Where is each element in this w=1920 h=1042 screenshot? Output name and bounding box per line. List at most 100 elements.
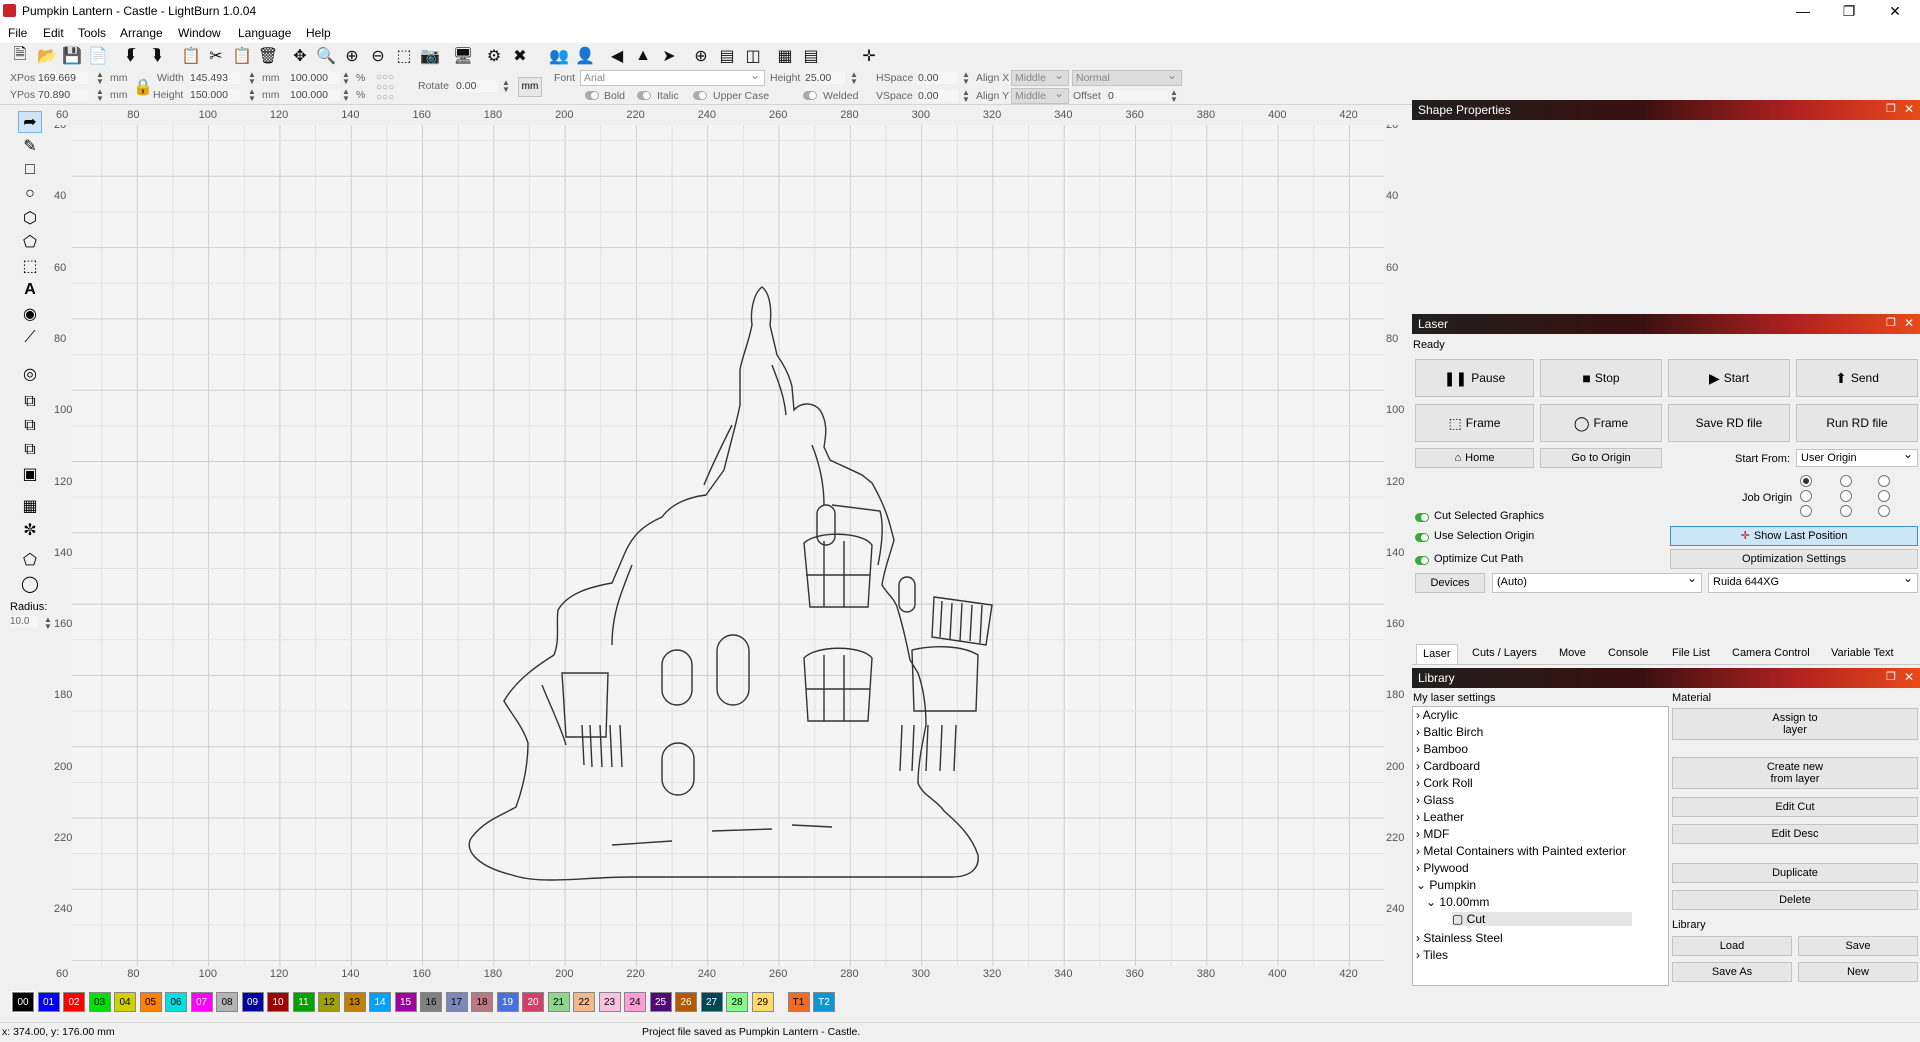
units-toggle-button[interactable]: mm — [518, 77, 542, 97]
rounded-corner-icon[interactable]: ◯ — [18, 573, 42, 595]
color-swatch[interactable]: T1 — [787, 992, 810, 1012]
bold-toggle[interactable] — [585, 91, 599, 100]
rectangle-icon[interactable]: □ — [18, 159, 42, 181]
ypos-spinner[interactable]: ▲ ▼ — [96, 88, 104, 103]
ellipse-icon[interactable]: ○ — [18, 183, 42, 205]
color-swatch[interactable]: 03 — [88, 992, 111, 1012]
font-select[interactable]: Arial — [580, 68, 765, 86]
tree-item[interactable]: › Cardboard — [1416, 759, 1480, 773]
radius-input[interactable]: 10.0 — [10, 616, 38, 627]
minimize-icon[interactable]: — — [1780, 0, 1826, 23]
start-from-select[interactable]: User Origin — [1796, 447, 1918, 467]
position-laser-icon[interactable]: ◉ — [18, 303, 42, 325]
align-top-icon[interactable]: ▤ — [800, 45, 822, 67]
color-swatch[interactable]: 16 — [420, 992, 442, 1012]
boolean-union-icon[interactable]: ⧉ — [18, 415, 42, 437]
xpos-input[interactable]: 169.669 — [38, 72, 88, 84]
aligny-select[interactable]: Middle — [1011, 86, 1069, 104]
radius-spinner[interactable]: ▲ ▼ — [44, 616, 52, 631]
lock-icon[interactable]: 🔒 — [133, 77, 153, 97]
origin-radio-tr[interactable] — [1878, 475, 1890, 487]
library-save-button[interactable]: Save — [1798, 936, 1918, 956]
save-as-icon[interactable]: 📄 — [87, 45, 109, 67]
color-swatch[interactable]: 26 — [675, 992, 697, 1012]
tree-item[interactable]: › Leather — [1416, 810, 1464, 824]
tab-camera-control[interactable]: Camera Control — [1726, 644, 1816, 664]
color-swatch[interactable]: 11 — [292, 992, 315, 1012]
restore-icon[interactable]: ❐ — [1826, 0, 1872, 23]
assign-to-layer-button[interactable]: Assign to layer — [1672, 708, 1918, 740]
ungroup-icon[interactable]: 👤 — [574, 45, 596, 67]
zoom-out-icon[interactable]: ⊖ — [367, 45, 389, 67]
library-save-as-button[interactable]: Save As — [1672, 962, 1792, 982]
copy-icon[interactable]: 📋 — [180, 45, 202, 67]
menu-language[interactable]: Language — [238, 26, 291, 40]
frame-circle-button[interactable]: ◯ Frame — [1540, 404, 1662, 442]
tree-item[interactable]: › MDF — [1416, 827, 1449, 841]
measure-icon[interactable]: ⟋ — [18, 327, 42, 349]
polygon-icon[interactable]: ⬡ — [18, 207, 42, 229]
color-swatch[interactable]: 29 — [751, 992, 774, 1012]
text-tool-icon[interactable]: A — [18, 279, 42, 301]
cut-icon[interactable]: ✂ — [205, 45, 227, 67]
color-swatch[interactable]: 05 — [139, 992, 162, 1012]
color-swatch[interactable]: 08 — [216, 992, 238, 1012]
corner-tool-icon[interactable]: ⬠ — [18, 549, 42, 571]
offset-input[interactable]: 0 — [1108, 90, 1168, 102]
stop-button[interactable]: ■ Stop — [1540, 359, 1662, 397]
alignx-select[interactable]: Middle — [1011, 68, 1069, 86]
color-swatch[interactable]: 01 — [37, 992, 60, 1012]
origin-radio-tl[interactable] — [1800, 475, 1812, 487]
panel-close-icon[interactable]: ✕ — [1904, 102, 1914, 116]
color-swatch[interactable]: 27 — [700, 992, 723, 1012]
color-swatch[interactable]: 17 — [445, 992, 468, 1012]
show-last-position-button[interactable]: ✛ Show Last Position — [1670, 526, 1918, 546]
align-icon[interactable]: ▤ — [716, 45, 738, 67]
offset-shapes-icon[interactable]: ◎ — [18, 363, 42, 385]
origin-radio-mr[interactable] — [1878, 490, 1890, 502]
menu-file[interactable]: File — [8, 26, 27, 40]
distribute-icon[interactable]: ◫ — [742, 45, 764, 67]
select-arrow-icon[interactable]: ➦ — [18, 111, 42, 133]
menu-arrange[interactable]: Arrange — [120, 26, 163, 40]
edit-desc-button[interactable]: Edit Desc — [1672, 824, 1918, 844]
origin-radio-br[interactable] — [1878, 505, 1890, 517]
float-icon[interactable]: ❐ — [1886, 670, 1896, 683]
tab-cuts-layers[interactable]: Cuts / Layers — [1466, 644, 1543, 664]
tab-console[interactable]: Console — [1602, 644, 1654, 664]
rotate-input[interactable]: 0.00 — [456, 80, 498, 92]
origin-radio-tc[interactable] — [1840, 475, 1852, 487]
tree-item[interactable]: › Glass — [1416, 793, 1454, 807]
cut-selected-toggle[interactable] — [1415, 513, 1429, 522]
grid-array-icon[interactable]: ▦ — [18, 495, 42, 517]
home-button[interactable]: ⌂ Home — [1415, 448, 1534, 468]
frame-rect-button[interactable]: ⬚ Frame — [1415, 404, 1534, 442]
new-file-icon[interactable]: 🗎 — [9, 45, 31, 67]
target-icon[interactable]: ⊕ — [690, 45, 712, 67]
tree-item[interactable]: › Acrylic — [1416, 708, 1458, 722]
boolean-subtract-icon[interactable]: ⧉ — [18, 439, 42, 461]
height-spinner[interactable]: ▲ ▼ — [248, 88, 256, 103]
center-icon[interactable]: ✛ — [858, 45, 880, 67]
color-swatch[interactable]: 23 — [598, 992, 621, 1012]
color-swatch[interactable]: 02 — [63, 992, 85, 1012]
tab-laser[interactable]: Laser — [1416, 644, 1458, 664]
zoom-icon[interactable]: 🔍 — [315, 45, 337, 67]
origin-radio-ml[interactable] — [1800, 490, 1812, 502]
group-icon[interactable]: 👥 — [548, 45, 570, 67]
monitor-icon[interactable]: 🖥 — [452, 45, 474, 67]
color-swatch[interactable]: 21 — [547, 992, 570, 1012]
offset-spinner[interactable]: ▲ ▼ — [1170, 89, 1178, 104]
color-swatch[interactable]: 20 — [522, 992, 544, 1012]
mirror-icon[interactable]: ▲ — [632, 45, 654, 67]
redo-icon[interactable]: ⮯ — [146, 45, 168, 67]
send-button[interactable]: ⬆ Send — [1796, 359, 1918, 397]
edit-nodes-icon[interactable]: ⬠ — [18, 231, 42, 253]
rotate-spinner[interactable]: ▲ ▼ — [502, 79, 510, 94]
flip-horizontal-icon[interactable]: ◀ — [606, 45, 628, 67]
panel-close-icon[interactable]: ✕ — [1904, 316, 1914, 330]
menu-window[interactable]: Window — [178, 26, 221, 40]
vspace-input[interactable]: 0.00 — [918, 90, 958, 102]
italic-toggle[interactable] — [637, 91, 651, 100]
start-button[interactable]: ▶ Start — [1668, 359, 1790, 397]
